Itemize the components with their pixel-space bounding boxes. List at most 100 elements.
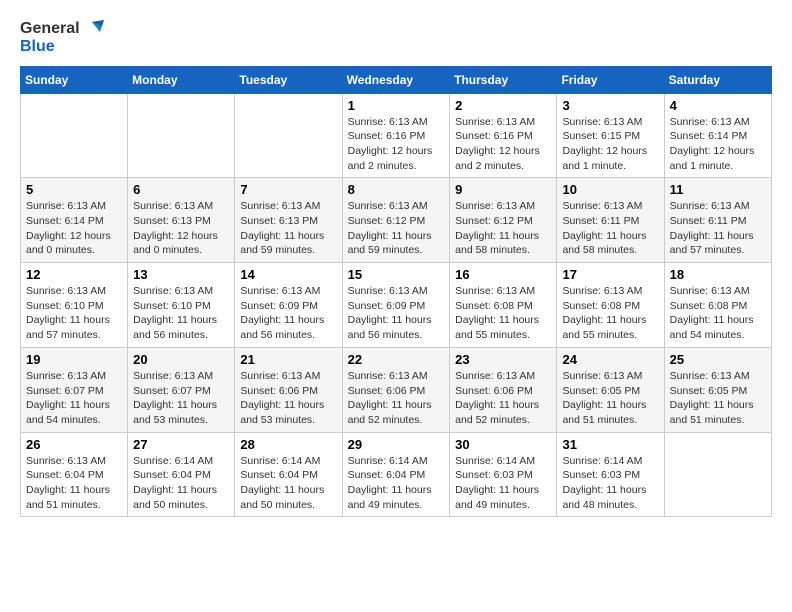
calendar-cell: 24 Sunrise: 6:13 AMSunset: 6:05 PMDayligh… (557, 347, 664, 432)
day-info: Sunrise: 6:13 AMSunset: 6:09 PMDaylight:… (240, 284, 336, 343)
day-info: Sunrise: 6:13 AMSunset: 6:05 PMDaylight:… (562, 369, 658, 428)
day-number: 18 (670, 267, 766, 282)
day-number: 2 (455, 98, 551, 113)
day-info: Sunrise: 6:13 AMSunset: 6:06 PMDaylight:… (455, 369, 551, 428)
day-number: 28 (240, 437, 336, 452)
calendar-cell: 27 Sunrise: 6:14 AMSunset: 6:04 PMDayligh… (128, 432, 235, 517)
day-number: 24 (562, 352, 658, 367)
weekday-header-sunday: Sunday (21, 66, 128, 93)
day-info: Sunrise: 6:13 AMSunset: 6:08 PMDaylight:… (455, 284, 551, 343)
calendar-cell: 22 Sunrise: 6:13 AMSunset: 6:06 PMDayligh… (342, 347, 450, 432)
logo-text-block: General Blue (20, 20, 104, 56)
calendar-cell: 15 Sunrise: 6:13 AMSunset: 6:09 PMDayligh… (342, 263, 450, 348)
calendar-table: SundayMondayTuesdayWednesdayThursdayFrid… (20, 66, 772, 518)
day-info: Sunrise: 6:14 AMSunset: 6:04 PMDaylight:… (240, 454, 336, 513)
day-number: 23 (455, 352, 551, 367)
day-info: Sunrise: 6:13 AMSunset: 6:12 PMDaylight:… (455, 199, 551, 258)
day-number: 5 (26, 182, 122, 197)
page-header: General Blue (20, 20, 772, 56)
day-number: 4 (670, 98, 766, 113)
day-number: 7 (240, 182, 336, 197)
calendar-cell: 6 Sunrise: 6:13 AMSunset: 6:13 PMDaylight… (128, 178, 235, 263)
weekday-header-row: SundayMondayTuesdayWednesdayThursdayFrid… (21, 66, 772, 93)
calendar-week-row: 19 Sunrise: 6:13 AMSunset: 6:07 PMDayligh… (21, 347, 772, 432)
day-info: Sunrise: 6:13 AMSunset: 6:11 PMDaylight:… (670, 199, 766, 258)
logo-bird-icon (82, 20, 104, 38)
day-number: 15 (348, 267, 445, 282)
day-info: Sunrise: 6:13 AMSunset: 6:06 PMDaylight:… (240, 369, 336, 428)
day-number: 12 (26, 267, 122, 282)
calendar-cell: 10 Sunrise: 6:13 AMSunset: 6:11 PMDayligh… (557, 178, 664, 263)
calendar-cell: 7 Sunrise: 6:13 AMSunset: 6:13 PMDaylight… (235, 178, 342, 263)
day-number: 30 (455, 437, 551, 452)
calendar-week-row: 26 Sunrise: 6:13 AMSunset: 6:04 PMDayligh… (21, 432, 772, 517)
calendar-cell: 30 Sunrise: 6:14 AMSunset: 6:03 PMDayligh… (450, 432, 557, 517)
day-number: 6 (133, 182, 229, 197)
day-info: Sunrise: 6:13 AMSunset: 6:06 PMDaylight:… (348, 369, 445, 428)
day-info: Sunrise: 6:13 AMSunset: 6:11 PMDaylight:… (562, 199, 658, 258)
logo-blue: Blue (20, 38, 104, 56)
day-info: Sunrise: 6:13 AMSunset: 6:08 PMDaylight:… (670, 284, 766, 343)
day-number: 21 (240, 352, 336, 367)
day-number: 26 (26, 437, 122, 452)
day-info: Sunrise: 6:13 AMSunset: 6:13 PMDaylight:… (133, 199, 229, 258)
calendar-cell: 28 Sunrise: 6:14 AMSunset: 6:04 PMDayligh… (235, 432, 342, 517)
day-info: Sunrise: 6:13 AMSunset: 6:14 PMDaylight:… (670, 115, 766, 174)
calendar-week-row: 1 Sunrise: 6:13 AMSunset: 6:16 PMDaylight… (21, 93, 772, 178)
calendar-cell: 23 Sunrise: 6:13 AMSunset: 6:06 PMDayligh… (450, 347, 557, 432)
calendar-cell (664, 432, 771, 517)
day-info: Sunrise: 6:13 AMSunset: 6:15 PMDaylight:… (562, 115, 658, 174)
calendar-cell: 3Sunrise: 6:13 AMSunset: 6:15 PMDaylight… (557, 93, 664, 178)
day-info: Sunrise: 6:13 AMSunset: 6:07 PMDaylight:… (26, 369, 122, 428)
calendar-cell: 8Sunrise: 6:13 AMSunset: 6:12 PMDaylight… (342, 178, 450, 263)
day-number: 20 (133, 352, 229, 367)
day-info: Sunrise: 6:13 AMSunset: 6:10 PMDaylight:… (26, 284, 122, 343)
day-info: Sunrise: 6:13 AMSunset: 6:16 PMDaylight:… (455, 115, 551, 174)
calendar-cell: 17Sunrise: 6:13 AMSunset: 6:08 PMDayligh… (557, 263, 664, 348)
day-info: Sunrise: 6:13 AMSunset: 6:04 PMDaylight:… (26, 454, 122, 513)
day-info: Sunrise: 6:13 AMSunset: 6:07 PMDaylight:… (133, 369, 229, 428)
day-info: Sunrise: 6:13 AMSunset: 6:10 PMDaylight:… (133, 284, 229, 343)
day-info: Sunrise: 6:13 AMSunset: 6:05 PMDaylight:… (670, 369, 766, 428)
day-number: 16 (455, 267, 551, 282)
day-info: Sunrise: 6:13 AMSunset: 6:09 PMDaylight:… (348, 284, 445, 343)
calendar-cell: 26 Sunrise: 6:13 AMSunset: 6:04 PMDayligh… (21, 432, 128, 517)
day-info: Sunrise: 6:14 AMSunset: 6:03 PMDaylight:… (562, 454, 658, 513)
day-info: Sunrise: 6:14 AMSunset: 6:03 PMDaylight:… (455, 454, 551, 513)
day-number: 8 (348, 182, 445, 197)
day-number: 22 (348, 352, 445, 367)
calendar-cell (235, 93, 342, 178)
calendar-cell: 13 Sunrise: 6:13 AMSunset: 6:10 PMDayligh… (128, 263, 235, 348)
weekday-header-thursday: Thursday (450, 66, 557, 93)
weekday-header-monday: Monday (128, 66, 235, 93)
calendar-cell: 29 Sunrise: 6:14 AMSunset: 6:04 PMDayligh… (342, 432, 450, 517)
calendar-cell: 5 Sunrise: 6:13 AMSunset: 6:14 PMDaylight… (21, 178, 128, 263)
day-info: Sunrise: 6:13 AMSunset: 6:14 PMDaylight:… (26, 199, 122, 258)
day-number: 13 (133, 267, 229, 282)
calendar-cell: 18 Sunrise: 6:13 AMSunset: 6:08 PMDayligh… (664, 263, 771, 348)
day-info: Sunrise: 6:13 AMSunset: 6:16 PMDaylight:… (348, 115, 445, 174)
weekday-header-friday: Friday (557, 66, 664, 93)
day-info: Sunrise: 6:14 AMSunset: 6:04 PMDaylight:… (348, 454, 445, 513)
day-number: 10 (562, 182, 658, 197)
calendar-cell: 25 Sunrise: 6:13 AMSunset: 6:05 PMDayligh… (664, 347, 771, 432)
calendar-cell: 11Sunrise: 6:13 AMSunset: 6:11 PMDayligh… (664, 178, 771, 263)
weekday-header-wednesday: Wednesday (342, 66, 450, 93)
day-number: 1 (348, 98, 445, 113)
calendar-cell: 2 Sunrise: 6:13 AMSunset: 6:16 PMDaylight… (450, 93, 557, 178)
day-number: 19 (26, 352, 122, 367)
calendar-cell: 14 Sunrise: 6:13 AMSunset: 6:09 PMDayligh… (235, 263, 342, 348)
calendar-cell: 1 Sunrise: 6:13 AMSunset: 6:16 PMDaylight… (342, 93, 450, 178)
weekday-header-tuesday: Tuesday (235, 66, 342, 93)
day-number: 25 (670, 352, 766, 367)
weekday-header-saturday: Saturday (664, 66, 771, 93)
day-number: 31 (562, 437, 658, 452)
day-number: 14 (240, 267, 336, 282)
day-info: Sunrise: 6:14 AMSunset: 6:04 PMDaylight:… (133, 454, 229, 513)
day-number: 27 (133, 437, 229, 452)
logo-general: General (20, 20, 80, 38)
calendar-cell: 4 Sunrise: 6:13 AMSunset: 6:14 PMDaylight… (664, 93, 771, 178)
calendar-cell (128, 93, 235, 178)
day-info: Sunrise: 6:13 AMSunset: 6:13 PMDaylight:… (240, 199, 336, 258)
day-number: 29 (348, 437, 445, 452)
